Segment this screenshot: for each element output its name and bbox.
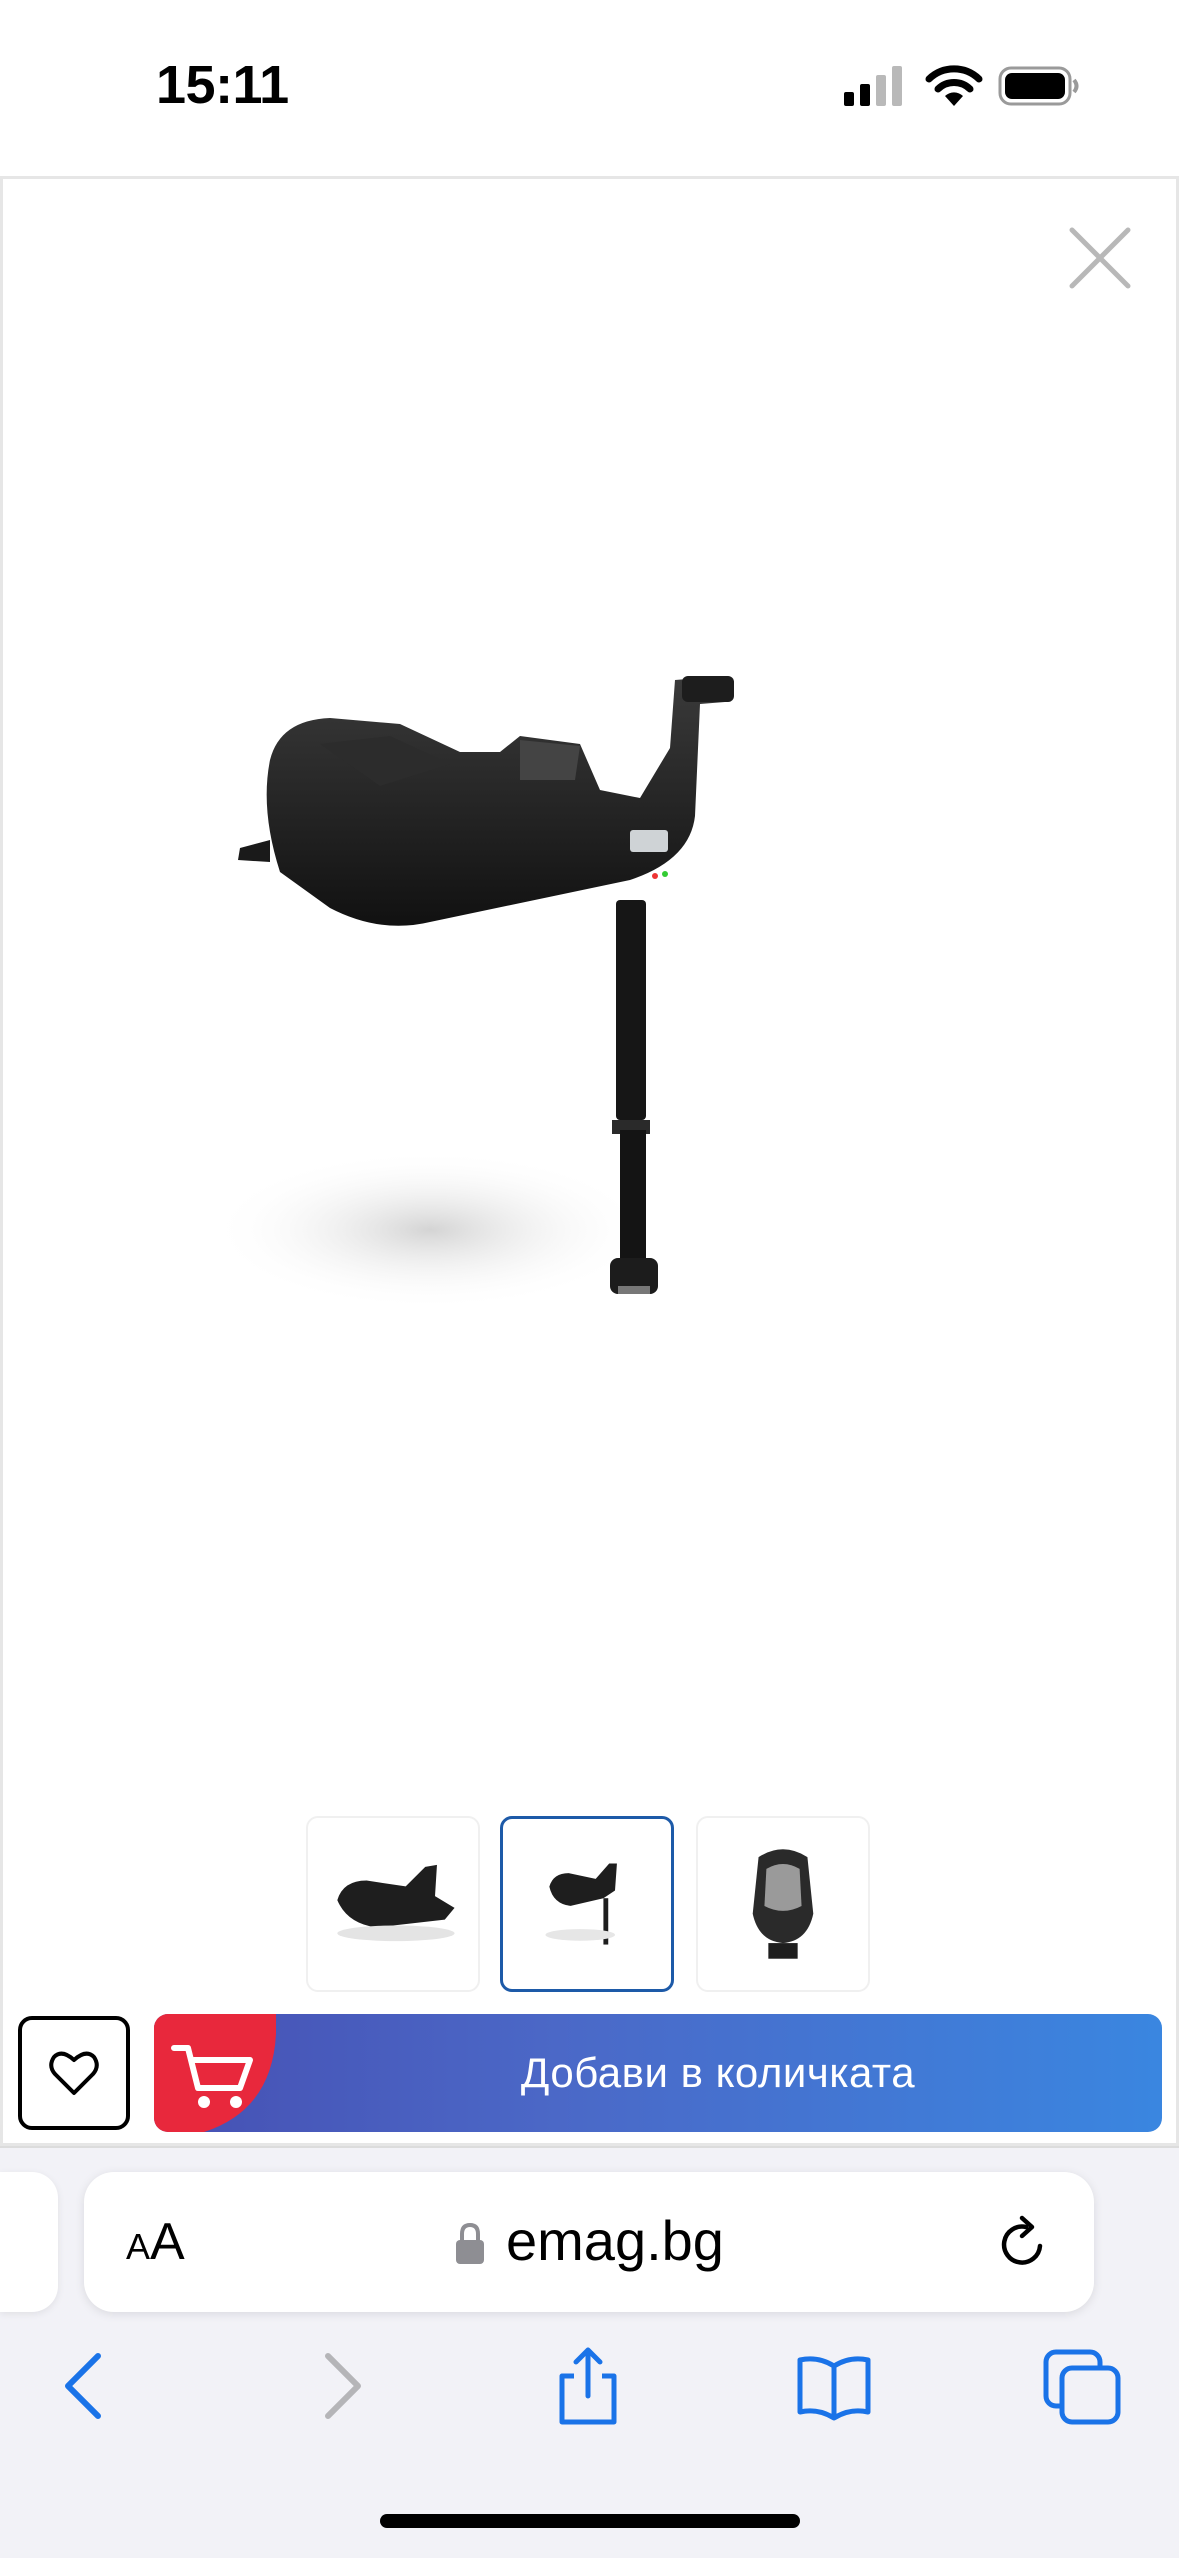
favorite-button[interactable] (18, 2016, 130, 2130)
bookmarks-icon[interactable] (794, 2346, 874, 2426)
home-indicator (380, 2514, 800, 2528)
thumbnail-isofix-base-with-leg[interactable] (500, 1816, 674, 1992)
back-icon[interactable] (46, 2346, 126, 2426)
url-text[interactable]: emag.bg (506, 2208, 724, 2273)
add-to-cart-button[interactable]: Добави в количката (154, 2014, 1162, 2132)
cellular-signal-icon (844, 66, 902, 106)
lock-icon (456, 2222, 484, 2264)
text-size-button[interactable]: AA (126, 2212, 185, 2272)
previous-tab-preview[interactable] (0, 2172, 58, 2312)
text-size-large-label: A (150, 2213, 185, 2271)
wifi-icon (925, 65, 983, 106)
status-time: 15:11 (156, 55, 289, 115)
battery-icon (998, 66, 1079, 106)
thumbnail-car-seat-on-base[interactable] (696, 1816, 870, 1992)
heart-icon (49, 2051, 99, 2095)
reload-icon[interactable] (994, 2214, 1052, 2274)
tabs-icon[interactable] (1042, 2346, 1122, 2426)
car-seat-isofix-base-image (210, 676, 734, 1310)
close-icon[interactable] (1060, 218, 1140, 298)
forward-icon[interactable] (300, 2346, 380, 2426)
share-icon[interactable] (548, 2346, 628, 2426)
thumbnail-isofix-base[interactable] (306, 1816, 480, 1992)
cart-icon (154, 2014, 276, 2132)
text-size-small-label: A (126, 2226, 151, 2267)
add-to-cart-label: Добави в количката (520, 2049, 916, 2096)
